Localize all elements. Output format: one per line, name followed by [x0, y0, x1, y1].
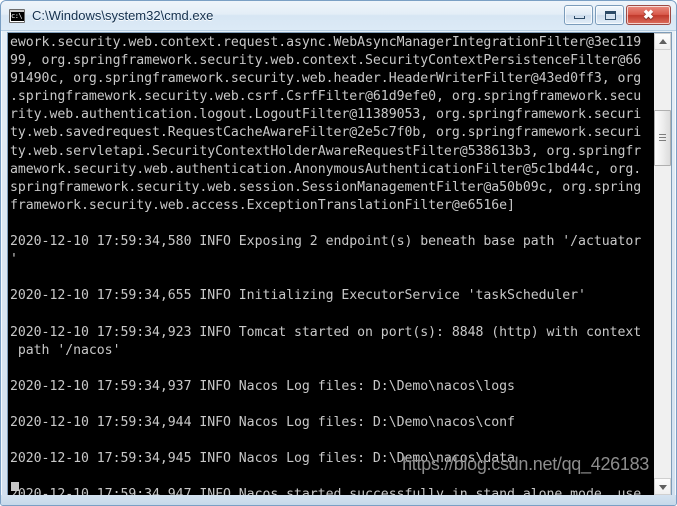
triangle-up-icon — [658, 38, 667, 44]
window-controls: ✖ — [564, 5, 671, 25]
window-bottom-frame — [1, 495, 676, 505]
console-window-icon — [9, 8, 25, 23]
console-caret — [11, 482, 19, 491]
close-button[interactable]: ✖ — [626, 5, 671, 25]
maximize-icon — [605, 11, 616, 20]
scrollbar-track[interactable] — [654, 50, 671, 478]
scrollbar-thumb[interactable] — [654, 110, 671, 166]
close-icon: ✖ — [643, 7, 654, 22]
console-output-pane[interactable]: ework.security.web.context.request.async… — [8, 33, 653, 495]
window-title: C:\Windows\system32\cmd.exe — [32, 8, 214, 23]
scroll-up-icon[interactable] — [654, 33, 671, 50]
minimize-icon — [574, 16, 585, 19]
maximize-button[interactable] — [595, 5, 624, 25]
triangle-down-icon — [658, 484, 667, 490]
minimize-button[interactable] — [564, 5, 593, 25]
scroll-down-icon[interactable] — [654, 478, 671, 495]
vertical-scrollbar[interactable] — [653, 33, 671, 495]
console-text: ework.security.web.context.request.async… — [10, 35, 642, 495]
console-client-area: ework.security.web.context.request.async… — [7, 32, 672, 496]
watermark-text: https://blog.csdn.net/qq_426183 — [402, 454, 649, 474]
title-bar[interactable]: C:\Windows\system32\cmd.exe ✖ — [1, 1, 676, 31]
cmd-window: C:\Windows\system32\cmd.exe ✖ ework.secu… — [0, 0, 677, 506]
